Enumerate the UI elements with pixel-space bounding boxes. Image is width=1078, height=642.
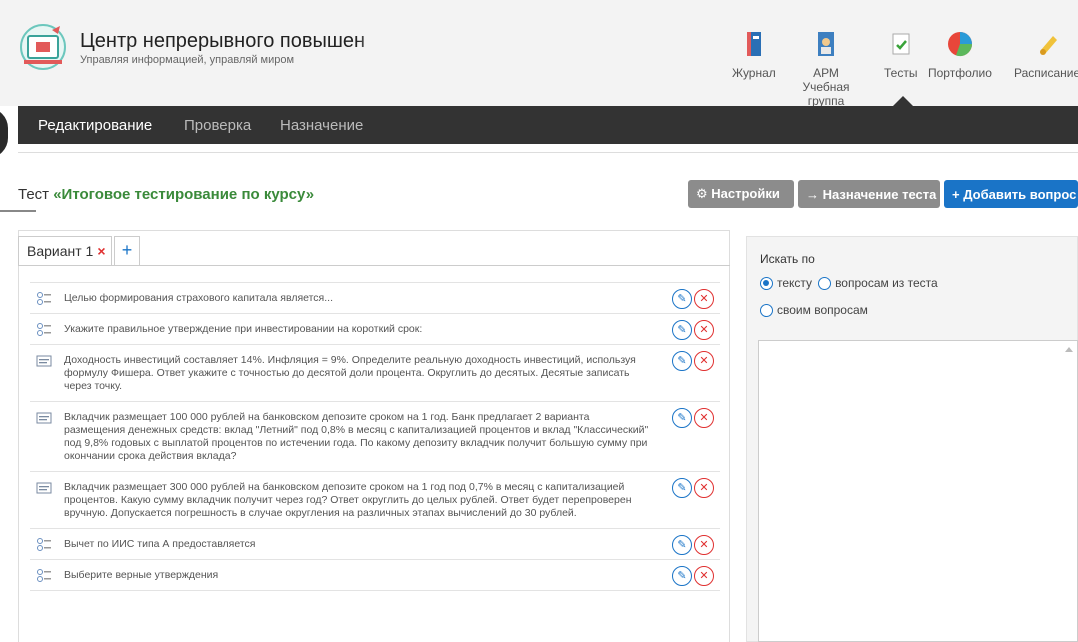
question-text: Вкладчик размещает 300 000 рублей на бан…: [64, 481, 632, 519]
text-question-icon: [36, 355, 52, 367]
delete-icon[interactable]: ✕: [694, 289, 714, 309]
radio-icon[interactable]: [760, 303, 773, 317]
edit-icon[interactable]: ✎: [672, 478, 692, 498]
tab-checking[interactable]: Проверка: [184, 117, 251, 134]
app-subtitle: Управляя информацией, управляй миром: [80, 54, 295, 66]
heading-underline: [0, 210, 36, 212]
edit-icon[interactable]: ✎: [672, 535, 692, 555]
tabs-line: [18, 265, 730, 266]
logo-icon: [20, 24, 66, 70]
question-text: Укажите правильное утверждение при инвес…: [64, 323, 423, 335]
test-name: «Итоговое тестирование по курсу»: [53, 186, 315, 203]
add-variant-button[interactable]: +: [114, 236, 140, 266]
question-text: Доходность инвестиций составляет 14%. Ин…: [64, 354, 636, 392]
text-question-icon: [36, 412, 52, 424]
nav-group[interactable]: АРМ Учебная группа: [790, 30, 862, 108]
variant-tab-label: Вариант 1: [27, 243, 94, 259]
group-icon: [818, 32, 834, 56]
assign-test-button[interactable]: → Назначение теста: [798, 180, 940, 208]
tests-icon: [892, 33, 910, 55]
app-title: Центр непрерывного повышен: [80, 30, 366, 52]
nav-schedule-label: Расписание: [1014, 66, 1078, 80]
settings-button[interactable]: ⚙ Настройки: [688, 180, 794, 208]
delete-icon[interactable]: ✕: [694, 566, 714, 586]
search-results-area[interactable]: [758, 340, 1078, 642]
question-list: Целью формирования страхового капитала я…: [30, 282, 720, 591]
divider: [18, 152, 1078, 153]
question-text: Выберите верные утверждения: [64, 569, 219, 581]
mode-tabbar: Редактирование Проверка Назначение: [18, 106, 1078, 144]
nav-journal[interactable]: Журнал: [732, 30, 776, 80]
nav-portfolio[interactable]: Портфолио: [928, 30, 992, 80]
choice-question-icon: [37, 569, 51, 582]
delete-icon[interactable]: ✕: [694, 320, 714, 340]
search-option-test-questions-label: вопросам из теста: [835, 276, 938, 290]
question-item[interactable]: Вкладчик размещает 300 000 рублей на бан…: [30, 472, 720, 529]
text-question-icon: [36, 482, 52, 494]
tab-assignment[interactable]: Назначение: [280, 117, 363, 134]
active-nav-caret: [893, 96, 913, 106]
app-header: Центр непрерывного повышен Управляя инфо…: [0, 0, 1078, 108]
tab-editing[interactable]: Редактирование: [38, 117, 152, 134]
question-item[interactable]: Вычет по ИИС типа А предоставляется ✎ ✕: [30, 529, 720, 560]
journal-icon: [746, 32, 761, 56]
question-item[interactable]: Вкладчик размещает 100 000 рублей на бан…: [30, 402, 720, 472]
delete-icon[interactable]: ✕: [694, 535, 714, 555]
edit-icon[interactable]: ✎: [672, 408, 692, 428]
variant-close-icon[interactable]: ×: [97, 243, 105, 259]
choice-question-icon: [37, 292, 51, 305]
radio-selected-icon[interactable]: [760, 276, 773, 290]
add-question-button[interactable]: + Добавить вопрос: [944, 180, 1078, 208]
portfolio-icon: [947, 32, 972, 57]
choice-question-icon: [37, 323, 51, 336]
search-option-text-label: тексту: [777, 276, 813, 290]
variant-tab[interactable]: Вариант 1 ×: [18, 236, 112, 266]
edit-icon[interactable]: ✎: [672, 566, 692, 586]
edit-icon[interactable]: ✎: [672, 351, 692, 371]
title-fade: [356, 26, 396, 56]
radio-icon[interactable]: [818, 276, 832, 290]
delete-icon[interactable]: ✕: [694, 351, 714, 371]
nav-group-label: АРМ Учебная группа: [802, 66, 850, 108]
question-item[interactable]: Доходность инвестиций составляет 14%. Ин…: [30, 345, 720, 402]
search-option-text[interactable]: тексту вопросам из теста: [760, 276, 938, 290]
edit-icon[interactable]: ✎: [672, 289, 692, 309]
test-prefix: Тест: [18, 186, 50, 203]
nav-tests[interactable]: Тесты: [884, 30, 917, 80]
nav-tests-label: Тесты: [884, 66, 918, 80]
nav-portfolio-label: Портфолио: [928, 66, 992, 80]
question-text: Целью формирования страхового капитала я…: [64, 292, 333, 304]
question-item[interactable]: Выберите верные утверждения ✎ ✕: [30, 560, 720, 591]
search-option-own-label: своим вопросам: [777, 303, 868, 317]
question-text: Вкладчик размещает 100 000 рублей на бан…: [64, 411, 649, 462]
search-label: Искать по: [760, 252, 815, 266]
test-heading: Тест «Итоговое тестирование по курсу»: [18, 186, 314, 203]
search-option-own[interactable]: своим вопросам: [760, 303, 868, 317]
delete-icon[interactable]: ✕: [694, 408, 714, 428]
schedule-icon: [1040, 36, 1058, 55]
edit-icon[interactable]: ✎: [672, 320, 692, 340]
question-item[interactable]: Укажите правильное утверждение при инвес…: [30, 314, 720, 345]
choice-question-icon: [37, 538, 51, 551]
question-item[interactable]: Целью формирования страхового капитала я…: [30, 282, 720, 314]
question-text: Вычет по ИИС типа А предоставляется: [64, 538, 256, 550]
side-handle: [0, 108, 8, 158]
nav-journal-label: Журнал: [732, 66, 776, 80]
delete-icon[interactable]: ✕: [694, 478, 714, 498]
scroll-up-icon[interactable]: [1065, 347, 1073, 352]
nav-schedule[interactable]: Расписание: [1014, 30, 1078, 80]
